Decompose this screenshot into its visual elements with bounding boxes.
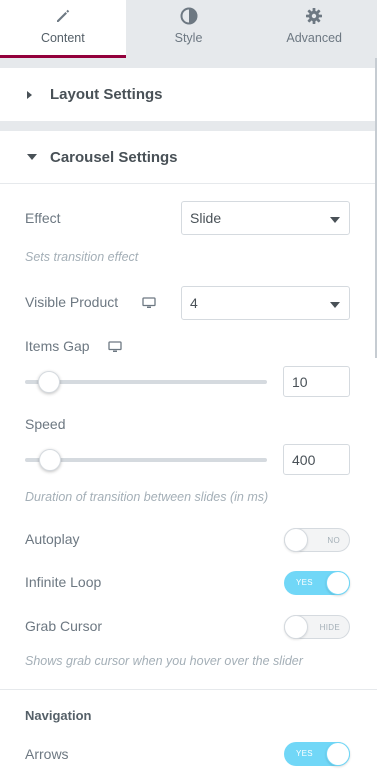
caret-right-icon [27, 90, 32, 99]
speed-value: 400 [292, 451, 316, 468]
speed-slider[interactable] [25, 458, 267, 462]
speed-label: Speed [25, 416, 66, 432]
desktop-icon[interactable] [108, 340, 122, 352]
tab-content-label: Content [40, 31, 85, 45]
arrows-label: Arrows [25, 746, 69, 762]
caret-down-icon [27, 154, 37, 160]
infinite-loop-toggle[interactable]: YES [284, 571, 350, 595]
section-layout-settings[interactable]: Layout Settings [0, 68, 377, 121]
speed-slider-handle[interactable] [39, 449, 61, 471]
half-circle-icon [179, 6, 199, 26]
items-gap-input[interactable]: 10 [283, 366, 350, 397]
section-title: Carousel Settings [50, 148, 178, 166]
toggle-state: YES [296, 749, 313, 758]
tab-advanced-label: Advanced [286, 31, 342, 45]
gear-icon [304, 6, 324, 26]
speed-description: Duration of transition between slides (i… [25, 490, 269, 504]
section-title: Layout Settings [50, 86, 163, 103]
effect-select[interactable]: Slide [181, 201, 350, 235]
toggle-state: HIDE [319, 623, 340, 632]
autoplay-toggle[interactable]: NO [284, 528, 350, 552]
panel-gap [0, 121, 377, 131]
arrows-toggle[interactable]: YES [284, 742, 350, 766]
items-gap-slider[interactable] [25, 380, 267, 384]
tab-style[interactable]: Style [126, 0, 252, 58]
items-gap-slider-handle[interactable] [38, 371, 60, 393]
tab-style-label: Style [174, 31, 203, 45]
pencil-icon [53, 6, 73, 26]
section-carousel-settings[interactable]: Carousel Settings [0, 131, 377, 183]
toggle-knob [326, 742, 350, 766]
speed-input[interactable]: 400 [283, 444, 350, 475]
effect-select-value: Slide [190, 210, 222, 226]
visible-product-value: 4 [190, 295, 198, 311]
autoplay-label: Autoplay [25, 531, 80, 547]
visible-product-select[interactable]: 4 [181, 286, 350, 320]
grab-cursor-label: Grab Cursor [25, 618, 103, 634]
panel-gap [0, 58, 377, 68]
navigation-heading: Navigation [25, 708, 92, 723]
panel-tabs: Content Style Advanced [0, 0, 377, 58]
grab-cursor-description: Shows grab cursor when you hover over th… [25, 654, 303, 668]
effect-description: Sets transition effect [25, 250, 139, 264]
chevron-down-icon [330, 302, 340, 308]
toggle-knob [284, 615, 308, 639]
visible-product-label: Visible Product [25, 294, 119, 310]
desktop-icon[interactable] [142, 296, 156, 308]
grab-cursor-toggle[interactable]: HIDE [284, 615, 350, 639]
tab-advanced[interactable]: Advanced [251, 0, 377, 58]
tab-content[interactable]: Content [0, 0, 126, 58]
toggle-state: YES [296, 578, 313, 587]
items-gap-value: 10 [292, 373, 308, 390]
toggle-knob [284, 528, 308, 552]
divider [0, 689, 377, 690]
chevron-down-icon [330, 217, 340, 223]
divider [0, 183, 377, 184]
toggle-knob [326, 571, 350, 595]
items-gap-label: Items Gap [25, 338, 90, 354]
effect-label: Effect [25, 210, 61, 226]
toggle-state: NO [327, 536, 340, 545]
infinite-loop-label: Infinite Loop [25, 574, 102, 590]
